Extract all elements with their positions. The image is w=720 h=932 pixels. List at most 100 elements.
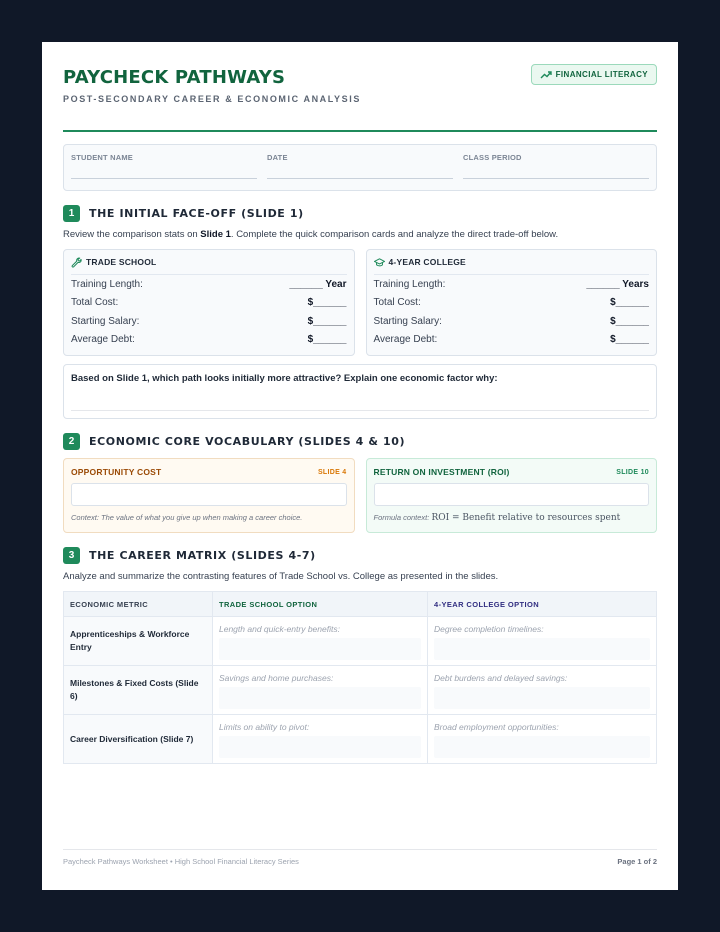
answer-field[interactable]: [434, 638, 650, 660]
column-header: 4-YEAR COLLEGE OPTION: [427, 591, 657, 617]
stat-label: Starting Salary:: [71, 315, 140, 327]
stat-blank[interactable]: $______: [610, 316, 649, 327]
section-title: THE INITIAL FACE-OFF (SLIDE 1): [89, 207, 304, 220]
stat-row: Total Cost: $______: [71, 294, 347, 313]
trade-school-card: TRADE SCHOOL Training Length: ______ Year…: [63, 249, 355, 356]
vocab-term: OPPORTUNITY COST: [71, 467, 162, 477]
cell-hint: Degree completion timelines:: [434, 624, 544, 634]
college-cell: Debt burdens and delayed savings:: [427, 665, 657, 715]
vocab-header: OPPORTUNITY COST SLIDE 4: [71, 467, 347, 477]
desc-text: Review the comparison stats on: [63, 229, 201, 240]
section-number: 2: [63, 433, 80, 450]
answer-field[interactable]: [219, 687, 421, 709]
financial-literacy-badge: FINANCIAL LITERACY: [530, 64, 657, 85]
answer-field[interactable]: [434, 687, 650, 709]
opportunity-cost-card: OPPORTUNITY COST SLIDE 4 Context: The va…: [63, 458, 355, 533]
stat-blank[interactable]: $______: [308, 334, 347, 345]
metric-cell: Career Diversification (Slide 7): [63, 714, 213, 764]
roi-formula: ROI = Benefit relative to resources spen…: [431, 513, 621, 523]
class-period-field[interactable]: CLASS PERIOD: [463, 145, 649, 190]
section-number: 3: [63, 547, 80, 564]
stat-row: Average Debt: $______: [71, 331, 347, 350]
trade-cell: Limits on ability to pivot:: [212, 714, 428, 764]
stat-blank[interactable]: $______: [610, 334, 649, 345]
page-footer: Paycheck Pathways Worksheet • High Schoo…: [63, 849, 657, 866]
table-row: Apprenticeships & Workforce Entry Length…: [63, 616, 657, 666]
explanation-box: Based on Slide 1, which path looks initi…: [63, 364, 657, 419]
class-period-label: CLASS PERIOD: [463, 153, 522, 162]
cell-hint: Debt burdens and delayed savings:: [434, 673, 568, 683]
section-3-header: 3 THE CAREER MATRIX (SLIDES 4-7): [63, 547, 657, 564]
badge-label: FINANCIAL LITERACY: [555, 70, 648, 79]
stat-blank[interactable]: $______: [610, 297, 649, 308]
student-name-field[interactable]: STUDENT NAME: [71, 145, 257, 190]
stat-row: Average Debt: $______: [374, 331, 650, 350]
answer-field[interactable]: [219, 736, 421, 758]
vocab-term: RETURN ON INVESTMENT (ROI): [373, 467, 510, 477]
opportunity-cost-input[interactable]: [71, 483, 347, 506]
stat-blank[interactable]: ______ Year: [289, 279, 346, 290]
section-title: ECONOMIC CORE VOCABULARY (SLIDES 4 & 10): [89, 435, 406, 448]
section-1-header: 1 THE INITIAL FACE-OFF (SLIDE 1): [63, 205, 657, 222]
page-number: Page 1 of 2: [617, 857, 657, 866]
table-row: Milestones & Fixed Costs (Slide 6) Savin…: [63, 665, 657, 715]
desc-emphasis: Slide 1: [200, 229, 231, 240]
stat-blank[interactable]: $______: [308, 297, 347, 308]
stat-row: Training Length: ______ Years: [374, 275, 650, 294]
page-subtitle: POST-SECONDARY CAREER & ECONOMIC ANALYSI…: [63, 94, 361, 104]
date-line[interactable]: [267, 178, 453, 179]
student-name-label: STUDENT NAME: [71, 153, 133, 162]
stat-row: Starting Salary: $______: [374, 312, 650, 331]
stat-row: Starting Salary: $______: [71, 312, 347, 331]
stat-blank[interactable]: $______: [308, 316, 347, 327]
section-1-description: Review the comparison stats on Slide 1. …: [63, 229, 657, 240]
career-matrix-table: ECONOMIC METRIC TRADE SCHOOL OPTION 4-YE…: [63, 591, 657, 764]
answer-field[interactable]: [219, 638, 421, 660]
student-info-box: STUDENT NAME DATE CLASS PERIOD: [63, 144, 657, 191]
explanation-answer-line[interactable]: [71, 410, 649, 411]
card-header: 4-YEAR COLLEGE: [373, 250, 649, 275]
table-header-row: ECONOMIC METRIC TRADE SCHOOL OPTION 4-YE…: [63, 591, 657, 617]
column-header: ECONOMIC METRIC: [63, 591, 213, 617]
graduation-cap-icon: [373, 257, 385, 266]
stat-label: Average Debt:: [71, 334, 135, 346]
formula-prefix: Formula context:: [373, 513, 432, 522]
stat-blank[interactable]: ______ Years: [586, 279, 649, 290]
cell-hint: Savings and home purchases:: [219, 673, 334, 683]
cell-hint: Limits on ability to pivot:: [219, 722, 310, 732]
vocabulary-cards: OPPORTUNITY COST SLIDE 4 Context: The va…: [63, 458, 657, 533]
college-card: 4-YEAR COLLEGE Training Length: ______ Ye…: [365, 249, 657, 356]
footer-series: Paycheck Pathways Worksheet • High Schoo…: [63, 857, 299, 866]
roi-input[interactable]: [373, 483, 649, 506]
student-name-line[interactable]: [71, 178, 257, 179]
card-title: TRADE SCHOOL: [86, 257, 157, 267]
table-row: Career Diversification (Slide 7) Limits …: [63, 714, 657, 764]
college-cell: Broad employment opportunities:: [427, 714, 657, 764]
trending-up-icon: [540, 70, 552, 78]
stat-row: Training Length: ______ Year: [71, 275, 347, 294]
card-title: 4-YEAR COLLEGE: [388, 257, 466, 267]
slide-reference: SLIDE 10: [616, 468, 649, 476]
column-header: TRADE SCHOOL OPTION: [212, 591, 428, 617]
class-period-line[interactable]: [463, 178, 649, 179]
explanation-question: Based on Slide 1, which path looks initi…: [71, 373, 498, 384]
date-field[interactable]: DATE: [267, 145, 453, 190]
date-label: DATE: [267, 153, 288, 162]
slide-reference: SLIDE 4: [317, 468, 347, 476]
card-header: TRADE SCHOOL: [71, 250, 347, 275]
answer-field[interactable]: [434, 736, 650, 758]
wrench-icon: [71, 257, 82, 268]
stat-row: Total Cost: $______: [374, 294, 650, 313]
stat-label: Training Length:: [373, 278, 446, 290]
roi-card: RETURN ON INVESTMENT (ROI) SLIDE 10 Form…: [365, 458, 657, 533]
stat-label: Average Debt:: [373, 334, 438, 346]
trade-cell: Savings and home purchases:: [212, 665, 428, 715]
section-2-header: 2 ECONOMIC CORE VOCABULARY (SLIDES 4 & 1…: [63, 433, 657, 450]
stat-label: Total Cost:: [373, 297, 421, 309]
stat-label: Starting Salary:: [373, 315, 442, 327]
section-3-description: Analyze and summarize the contrasting fe…: [63, 571, 499, 582]
section-number: 1: [63, 205, 80, 222]
vocab-header: RETURN ON INVESTMENT (ROI) SLIDE 10: [374, 467, 650, 477]
worksheet-page: PAYCHECK PATHWAYS POST-SECONDARY CAREER …: [42, 42, 678, 890]
trade-cell: Length and quick-entry benefits:: [212, 616, 428, 666]
